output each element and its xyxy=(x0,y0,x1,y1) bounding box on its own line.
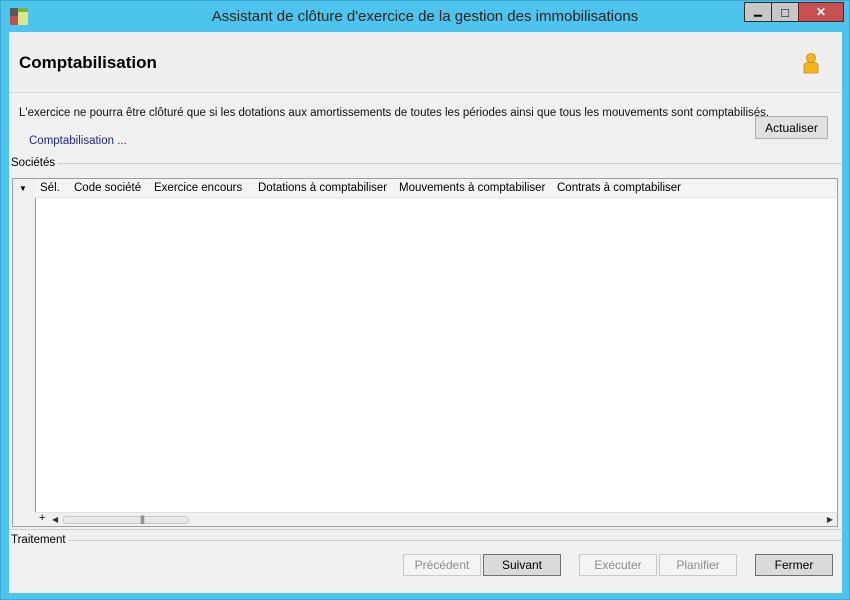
grid-bottom-divider xyxy=(9,529,842,530)
column-header-company-code[interactable]: Code société xyxy=(74,182,141,194)
maximize-icon: □ xyxy=(781,4,789,20)
column-header-current-year[interactable]: Exercice encours xyxy=(154,182,242,194)
window-title: Assistant de clôture d'exercice de la ge… xyxy=(211,8,639,25)
user-icon xyxy=(803,53,819,74)
close-icon: ✕ xyxy=(815,5,827,19)
column-header-sel[interactable]: Sél. xyxy=(40,182,60,194)
row-selector-column: ▼ xyxy=(13,179,36,526)
close-button[interactable]: Fermer xyxy=(755,554,833,576)
scroll-right-icon[interactable]: ▶ xyxy=(827,515,833,524)
companies-group-label: Sociétés xyxy=(11,157,59,169)
title-bar[interactable]: Assistant de clôture d'exercice de la ge… xyxy=(1,1,849,32)
wizard-header: Comptabilisation xyxy=(9,32,842,93)
companies-group-divider xyxy=(49,163,842,164)
horizontal-scrollbar[interactable]: + ◀ ||| ▶ xyxy=(35,512,837,526)
page-title: Comptabilisation xyxy=(19,53,157,72)
column-header-contracts[interactable]: Contrats à comptabiliser xyxy=(557,182,681,194)
maximize-button[interactable]: □ xyxy=(771,2,799,22)
processing-group-divider xyxy=(67,540,842,541)
close-window-button[interactable]: ✕ xyxy=(798,2,844,22)
next-button[interactable]: Suivant xyxy=(483,554,561,576)
accounting-link[interactable]: Comptabilisation ... xyxy=(29,135,127,147)
refresh-button[interactable]: Actualiser xyxy=(755,116,828,139)
schedule-button[interactable]: Planifier xyxy=(659,554,737,576)
description-text: L'exercice ne pourra être clôturé que si… xyxy=(19,107,770,119)
column-header-depreciation[interactable]: Dotations à comptabiliser xyxy=(258,182,387,194)
previous-button[interactable]: Précédent xyxy=(403,554,481,576)
column-header-movements[interactable]: Mouvements à comptabiliser xyxy=(399,182,545,194)
companies-grid[interactable]: ▼ Sél. Code société Exercice encours Dot… xyxy=(12,178,838,527)
processing-group-label: Traitement xyxy=(11,534,69,546)
add-row-icon[interactable]: + xyxy=(39,512,45,524)
wizard-content: Comptabilisation L'exercice ne pourra êt… xyxy=(9,32,842,593)
minimize-icon: ▁ xyxy=(754,6,762,17)
scrollbar-thumb[interactable]: ||| xyxy=(63,514,189,524)
grip-icon: ||| xyxy=(140,514,145,524)
execute-button[interactable]: Exécuter xyxy=(579,554,657,576)
row-menu-icon[interactable]: ▼ xyxy=(19,184,27,193)
scroll-left-icon[interactable]: ◀ xyxy=(52,515,58,524)
minimize-button[interactable]: ▁ xyxy=(744,2,772,22)
wizard-window: Assistant de clôture d'exercice de la ge… xyxy=(0,0,850,600)
grid-header: Sél. Code société Exercice encours Dotat… xyxy=(35,179,837,198)
